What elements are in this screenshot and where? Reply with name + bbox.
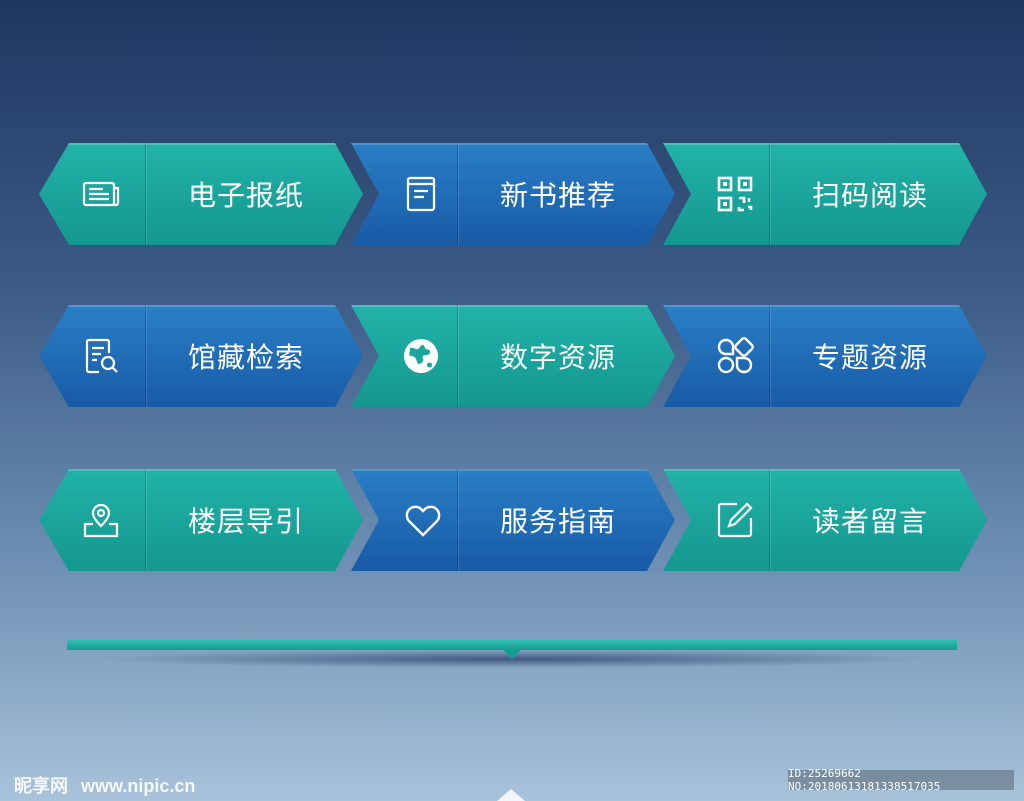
bar-notch	[503, 650, 521, 659]
map-pin-icon	[79, 500, 123, 540]
tile-label: 数字资源	[499, 341, 616, 374]
tile-divider	[145, 305, 146, 407]
tile-label: 新书推荐	[499, 179, 616, 212]
tile-service-guide[interactable]: 服务指南	[351, 469, 675, 571]
tile-collection-search[interactable]: 馆藏检索	[39, 305, 363, 407]
tile-divider	[145, 469, 146, 571]
tile-label: 专题资源	[811, 341, 928, 374]
edit-icon	[713, 500, 757, 540]
heart-icon	[401, 500, 445, 540]
watermark-site: www.nipic.cn	[81, 776, 196, 796]
tile-divider	[769, 305, 770, 407]
tile-reader-message[interactable]: 读者留言	[663, 469, 987, 571]
tile-special-resources[interactable]: 专题资源	[663, 305, 987, 407]
tile-divider	[457, 469, 458, 571]
tile-scan-read[interactable]: 扫码阅读	[663, 143, 987, 245]
watermark-brand: 昵享网 www.nipic.cn	[14, 772, 195, 798]
tile-divider	[145, 143, 146, 245]
tile-label: 楼层导引	[187, 505, 304, 538]
tile-floor-guide[interactable]: 楼层导引	[39, 469, 363, 571]
tile-label: 电子报纸	[187, 179, 304, 212]
tile-label: 馆藏检索	[187, 341, 304, 374]
bottom-bar	[67, 640, 957, 650]
tile-divider	[457, 305, 458, 407]
document-search-icon	[79, 336, 123, 376]
tile-label: 扫码阅读	[811, 179, 928, 212]
tile-divider	[769, 469, 770, 571]
tile-divider	[769, 143, 770, 245]
tile-label: 服务指南	[499, 505, 616, 538]
tile-divider	[457, 143, 458, 245]
tile-new-book-recommend[interactable]: 新书推荐	[351, 143, 675, 245]
tile-digital-resources[interactable]: 数字资源	[351, 305, 675, 407]
bottom-tip	[497, 789, 525, 801]
book-icon	[399, 174, 443, 214]
globe-icon	[399, 336, 443, 376]
grid-shapes-icon	[713, 336, 757, 376]
qr-code-icon	[713, 174, 757, 214]
watermark-id: ID:25269662 NO:20180613181338517035	[788, 767, 1014, 793]
newspaper-icon	[79, 174, 123, 214]
watermark-brand-text: 昵享网	[14, 776, 68, 796]
tile-electronic-newspaper[interactable]: 电子报纸	[39, 143, 363, 245]
tile-label: 读者留言	[811, 505, 928, 538]
